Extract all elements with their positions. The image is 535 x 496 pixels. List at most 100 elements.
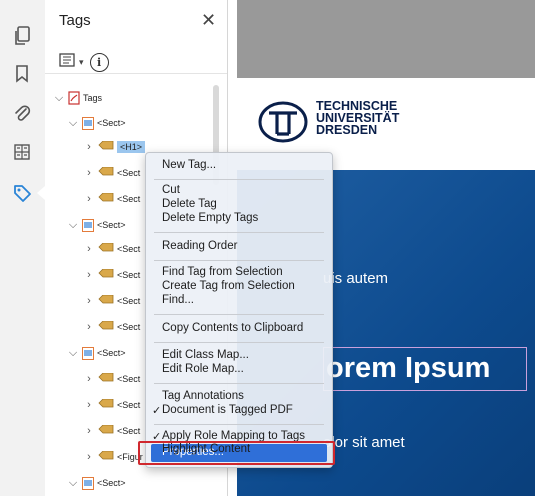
structure-tag-icon <box>82 476 94 490</box>
document-gutter <box>237 0 535 78</box>
menu-separator <box>154 342 324 343</box>
chevron-right-icon[interactable]: › <box>82 193 96 205</box>
tree-label: Tags <box>83 93 103 103</box>
tree-row-sect-child[interactable]: › <Sect <box>82 422 140 440</box>
chevron-right-icon[interactable]: › <box>82 321 96 333</box>
logo-line-3: DRESDEN <box>316 123 378 137</box>
menu-separator <box>154 179 324 180</box>
tree-row-sect[interactable]: ⌵ <Sect> <box>66 344 126 362</box>
chevron-down-icon[interactable]: ⌵ <box>66 117 80 130</box>
menu-separator <box>154 260 324 261</box>
menu-item-find[interactable]: Find... <box>162 294 194 306</box>
tree-label: <Sect> <box>97 220 126 230</box>
tree-row-sect-child[interactable]: › <Sect <box>82 370 140 388</box>
chevron-right-icon[interactable]: › <box>82 243 96 255</box>
panel-title: Tags <box>59 12 91 29</box>
tree-label: <Sect <box>117 244 141 254</box>
attachment-icon[interactable] <box>10 101 34 125</box>
document-text: olor sit amet <box>323 434 405 451</box>
tools-rail <box>0 0 46 496</box>
tree-row-sect-child[interactable]: › <Sect <box>82 266 140 284</box>
tag-icon <box>98 373 114 382</box>
menu-item-delete-tag[interactable]: Delete Tag <box>162 198 217 210</box>
tree-label: <Sect <box>117 322 141 332</box>
pages-icon[interactable] <box>10 24 34 48</box>
menu-item-edit-class-map[interactable]: Edit Class Map... <box>162 349 249 361</box>
menu-separator <box>154 314 324 315</box>
chevron-down-icon[interactable]: ▾ <box>79 57 84 68</box>
info-icon[interactable]: i <box>89 52 109 72</box>
structure-tag-icon <box>82 218 94 232</box>
chevron-down-icon[interactable]: ⌵ <box>66 219 80 232</box>
tree-label-selected: <H1> <box>117 141 146 153</box>
tree-row-sect-child[interactable]: › <Sect <box>82 292 140 310</box>
tree-label: <Sect <box>117 270 141 280</box>
chevron-down-icon[interactable]: ⌵ <box>66 347 80 360</box>
checkmark-icon: ✓ <box>152 405 162 417</box>
tree-label: <Sect> <box>97 348 126 358</box>
tree-label: <Sect <box>117 426 141 436</box>
tags-panel-icon[interactable] <box>10 181 34 205</box>
tree-row-root[interactable]: ⌵ Tags <box>52 89 102 107</box>
menu-item-document-tagged[interactable]: Document is Tagged PDF <box>162 404 293 416</box>
chevron-right-icon[interactable]: › <box>82 141 96 153</box>
menu-item-reading-order[interactable]: Reading Order <box>162 240 237 252</box>
tag-icon <box>98 269 114 278</box>
menu-item-copy-contents[interactable]: Copy Contents to Clipboard <box>162 322 303 334</box>
menu-item-cut[interactable]: Cut <box>162 184 180 196</box>
tree-row-sect[interactable]: ⌵ <Sect> <box>66 114 126 132</box>
menu-item-new-tag[interactable]: New Tag... <box>162 159 216 171</box>
document-heading[interactable]: orem Ipsum <box>323 347 527 391</box>
chevron-down-icon[interactable]: ⌵ <box>52 92 66 105</box>
menu-item-highlight-content[interactable]: Highlight Content <box>162 443 250 455</box>
tree-row-sect[interactable]: ⌵ <Sect> <box>66 216 126 234</box>
menu-separator <box>154 232 324 233</box>
menu-separator <box>154 383 324 384</box>
content-icon[interactable] <box>10 140 34 164</box>
chevron-down-icon[interactable]: ⌵ <box>66 477 80 490</box>
close-icon[interactable]: ✕ <box>201 10 216 31</box>
tag-icon <box>98 167 114 176</box>
tree-label: <Sect <box>117 374 141 384</box>
menu-item-tag-annotations[interactable]: Tag Annotations <box>162 390 244 402</box>
university-logo <box>258 101 308 143</box>
active-rail-pointer <box>37 186 45 200</box>
menu-item-find-tag[interactable]: Find Tag from Selection <box>162 266 283 278</box>
tree-row-sect-child[interactable]: › <Sect <box>82 164 140 182</box>
tree-row-sect-child[interactable]: › <Sect <box>82 396 140 414</box>
structure-tag-icon <box>82 346 94 360</box>
tag-icon <box>98 451 114 460</box>
university-name: TECHNISCHE UNIVERSITÄT DRESDEN <box>316 100 399 137</box>
tree-row-sect-child[interactable]: › <Sect <box>82 318 140 336</box>
panel-divider <box>45 73 227 74</box>
tree-row-sect-child[interactable]: › <Sect <box>82 190 140 208</box>
chevron-right-icon[interactable]: › <box>82 399 96 411</box>
chevron-right-icon[interactable]: › <box>82 451 96 463</box>
context-menu: New Tag... Cut Delete Tag Delete Empty T… <box>145 152 333 468</box>
tag-icon <box>98 141 114 150</box>
tree-label: <Sect <box>117 168 141 178</box>
menu-item-edit-role-map[interactable]: Edit Role Map... <box>162 363 244 375</box>
tree-row-sect[interactable]: ⌵ <Sect> <box>66 474 126 492</box>
structure-tag-icon <box>82 116 94 130</box>
chevron-right-icon[interactable]: › <box>82 373 96 385</box>
chevron-right-icon[interactable]: › <box>82 295 96 307</box>
tree-row-h1[interactable]: › <H1> <box>82 138 146 156</box>
tree-label: <Sect <box>117 296 141 306</box>
menu-item-delete-empty-tags[interactable]: Delete Empty Tags <box>162 212 258 224</box>
chevron-right-icon[interactable]: › <box>82 167 96 179</box>
tree-label: <Sect> <box>97 478 126 488</box>
tag-icon <box>98 321 114 330</box>
tree-row-sect-child[interactable]: › <Sect <box>82 240 140 258</box>
tree-label: <Sect <box>117 400 141 410</box>
tag-icon <box>98 243 114 252</box>
chevron-right-icon[interactable]: › <box>82 425 96 437</box>
menu-item-create-tag[interactable]: Create Tag from Selection <box>162 280 295 292</box>
options-menu-icon[interactable] <box>59 52 75 72</box>
bookmark-icon[interactable] <box>10 62 34 86</box>
tag-icon <box>98 399 114 408</box>
tree-row-figure[interactable]: › <Figur <box>82 448 143 466</box>
pdf-tags-icon <box>68 91 80 105</box>
tag-icon <box>98 295 114 304</box>
chevron-right-icon[interactable]: › <box>82 269 96 281</box>
